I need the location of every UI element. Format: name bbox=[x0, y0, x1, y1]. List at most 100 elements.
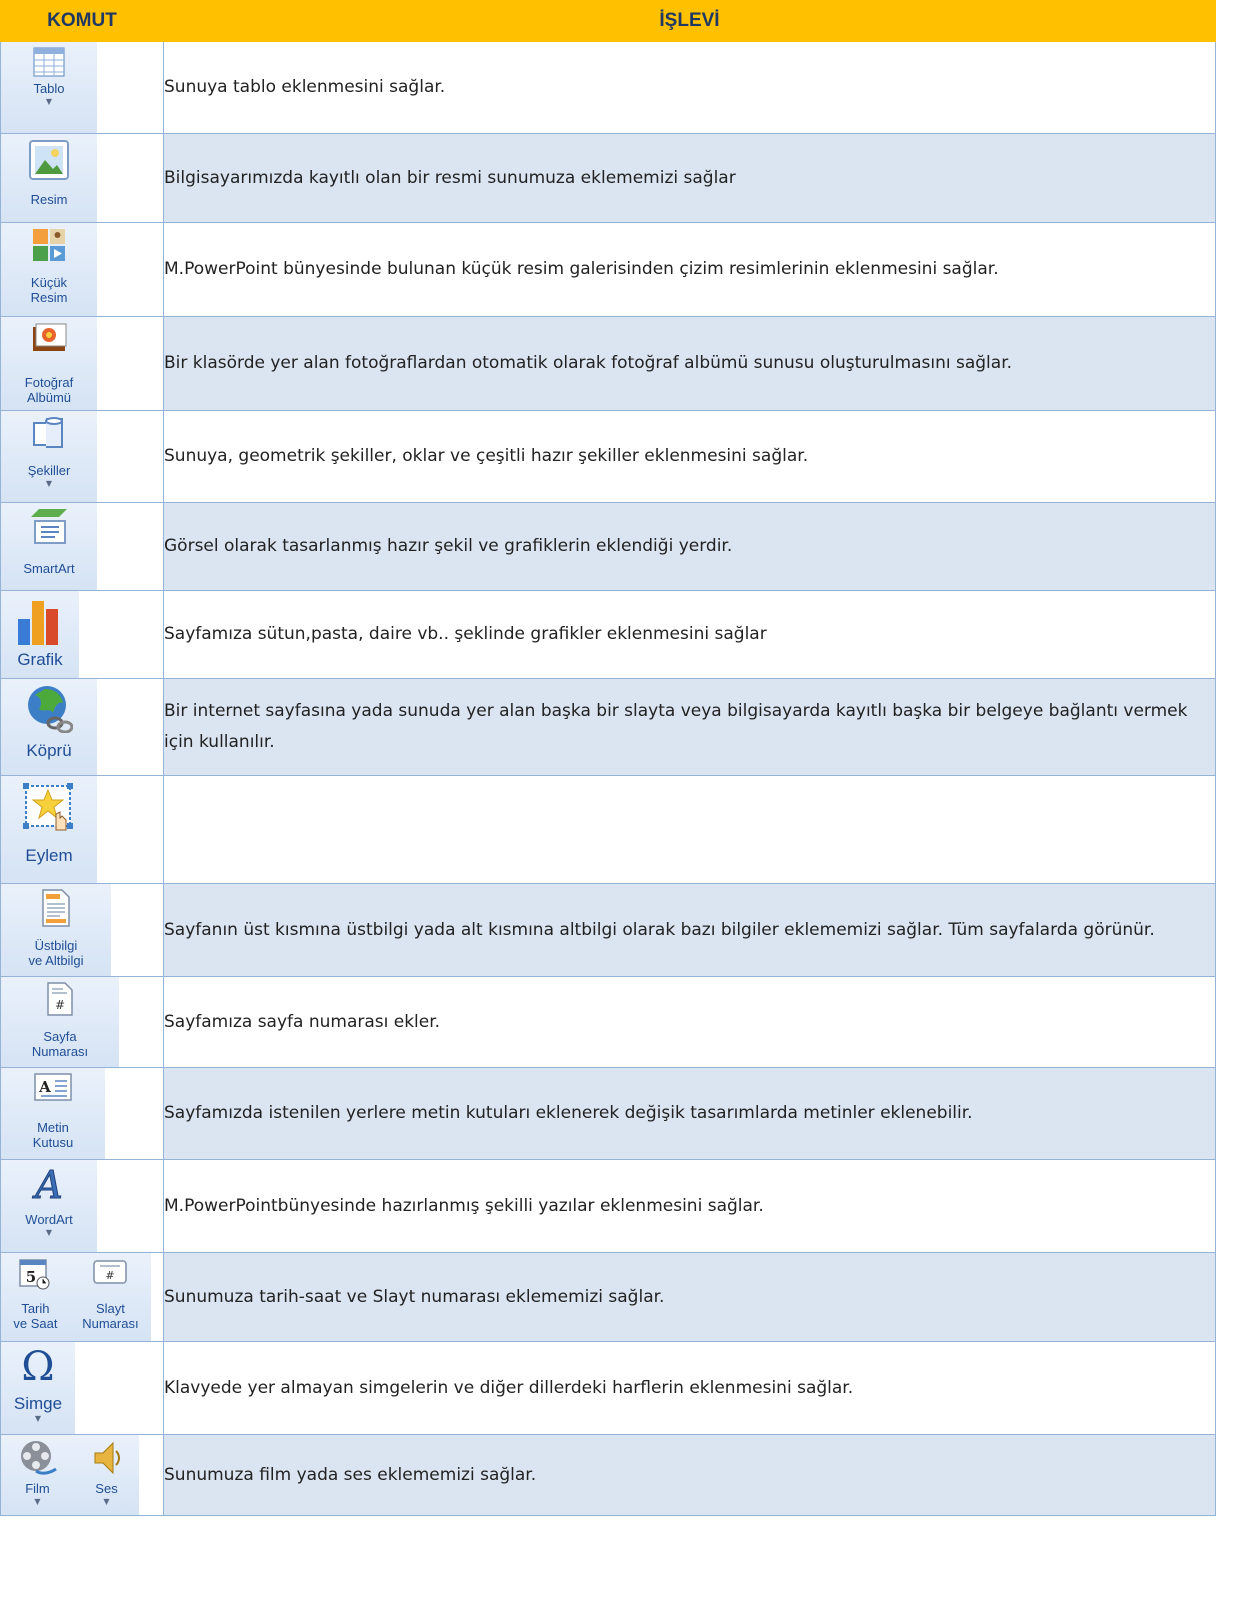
ses-label: Ses bbox=[95, 1481, 118, 1496]
picture-icon bbox=[29, 140, 69, 180]
table-row: Köprü Bir internet sayfasına yada sunuda… bbox=[0, 678, 1216, 776]
table-row: Eylem bbox=[0, 775, 1216, 884]
sayfa-numarasi-button[interactable]: # Sayfa Numarası bbox=[1, 977, 119, 1067]
action-star-icon bbox=[23, 783, 73, 831]
chart-icon bbox=[18, 601, 58, 645]
ustbilgi-altbilgi-button[interactable]: Üstbilgi ve Altbilgi bbox=[1, 884, 111, 976]
tarih-slayt-button-group: 5 Tarih ve Saat # Slayt Numarası bbox=[1, 1253, 151, 1341]
table-row: Fotoğraf Albümü Bir klasörde yer alan fo… bbox=[0, 316, 1216, 411]
dropdown-arrow-icon: ▼ bbox=[45, 1228, 53, 1237]
row-description: Sunumuza film yada ses eklememizi sağlar… bbox=[163, 1434, 1216, 1516]
table-icon bbox=[33, 47, 65, 77]
svg-text:#: # bbox=[106, 1269, 115, 1282]
sekiller-button[interactable]: Şekiller ▼ bbox=[1, 411, 97, 502]
omega-symbol-icon: Ω bbox=[21, 1344, 55, 1390]
row-description: Sunuya, geometrik şekiller, oklar ve çeş… bbox=[163, 410, 1216, 503]
sayfa-numarasi-label: Sayfa Numarası bbox=[31, 1029, 89, 1059]
smartart-button[interactable]: SmartArt bbox=[1, 503, 97, 590]
table-row: Resim Bilgisayarımızda kayıtlı olan bir … bbox=[0, 133, 1216, 223]
metin-kutusu-label: Metin Kutusu bbox=[32, 1120, 74, 1150]
metin-kutusu-button[interactable]: A Metin Kutusu bbox=[1, 1068, 105, 1159]
row-description: Sunuya tablo eklenmesini sağlar. bbox=[163, 41, 1216, 134]
row-description: Görsel olarak tasarlanmış hazır şekil ve… bbox=[163, 502, 1216, 591]
slayt-numarasi-label: Slayt Numarası bbox=[82, 1301, 139, 1331]
table-row: Tablo ▼ Sunuya tablo eklenmesini sağlar. bbox=[0, 41, 1216, 134]
row-description: M.PowerPoint bünyesinde bulunan küçük re… bbox=[163, 222, 1216, 317]
film-ses-button-group: Film ▼ Ses ▼ bbox=[1, 1435, 139, 1515]
dropdown-arrow-icon: ▼ bbox=[45, 97, 53, 106]
wordart-button[interactable]: A WordArt ▼ bbox=[1, 1160, 97, 1252]
dropdown-arrow-icon: ▼ bbox=[34, 1497, 41, 1506]
tablo-button[interactable]: Tablo ▼ bbox=[1, 42, 97, 133]
slide-number-icon: # bbox=[93, 1260, 128, 1284]
svg-text:A: A bbox=[32, 1164, 62, 1204]
kucuk-resim-button[interactable]: Küçük Resim bbox=[1, 223, 97, 316]
page-number-icon: # bbox=[47, 982, 73, 1016]
table-row: Film ▼ Ses ▼ Sunumuza film yada ses ekle… bbox=[0, 1434, 1216, 1516]
row-description: Sayfamıza sayfa numarası ekler. bbox=[163, 976, 1216, 1068]
grafik-label: Grafik bbox=[17, 650, 63, 669]
speaker-icon bbox=[94, 1441, 120, 1475]
row-description: M.PowerPointbünyesinde hazırlanmış şekil… bbox=[163, 1159, 1216, 1253]
table-row: SmartArt Görsel olarak tasarlanmış hazır… bbox=[0, 502, 1216, 591]
photo-album-icon bbox=[33, 323, 67, 351]
header-row: KOMUT İŞLEVİ bbox=[0, 0, 1216, 42]
svg-text:#: # bbox=[55, 998, 65, 1012]
dropdown-arrow-icon: ▼ bbox=[103, 1497, 110, 1506]
row-description bbox=[163, 775, 1216, 884]
row-description: Sayfamıza sütun,pasta, daire vb.. şeklin… bbox=[163, 590, 1216, 679]
ustbilgi-altbilgi-label: Üstbilgi ve Altbilgi bbox=[28, 938, 84, 968]
dropdown-arrow-icon: ▼ bbox=[45, 479, 53, 488]
kopru-label: Köprü bbox=[26, 741, 72, 760]
svg-text:A: A bbox=[38, 1078, 51, 1096]
svg-text:5: 5 bbox=[26, 1268, 36, 1286]
table-row: Ω Simge ▼ Klavyede yer almayan simgeleri… bbox=[0, 1341, 1216, 1435]
hyperlink-globe-icon bbox=[28, 686, 73, 733]
header-footer-icon bbox=[42, 889, 70, 927]
simge-button[interactable]: Ω Simge ▼ bbox=[1, 1342, 75, 1434]
shapes-icon bbox=[33, 417, 63, 448]
smartart-label: SmartArt bbox=[23, 561, 75, 576]
film-reel-icon bbox=[20, 1441, 57, 1475]
resim-label: Resim bbox=[30, 192, 68, 207]
grafik-button[interactable]: Grafik bbox=[1, 591, 79, 678]
tarih-ve-saat-button[interactable]: 5 Tarih ve Saat bbox=[13, 1257, 57, 1331]
kopru-button[interactable]: Köprü bbox=[1, 679, 97, 775]
table-row: Grafik Sayfamıza sütun,pasta, daire vb..… bbox=[0, 590, 1216, 679]
table-row: Küçük Resim M.PowerPoint bünyesinde bulu… bbox=[0, 222, 1216, 317]
eylem-button[interactable]: Eylem bbox=[1, 776, 97, 883]
date-time-icon: 5 bbox=[19, 1259, 50, 1290]
tarih-ve-saat-label: Tarih ve Saat bbox=[13, 1301, 58, 1331]
row-description: Klavyede yer almayan simgelerin ve diğer… bbox=[163, 1341, 1216, 1435]
command-table: KOMUT İŞLEVİ Tablo ▼ Sunuya tablo eklenm… bbox=[0, 0, 1216, 1516]
fotograf-albumu-button[interactable]: Fotoğraf Albümü bbox=[1, 317, 97, 410]
table-row: A WordArt ▼ M.PowerPointbünyesinde hazır… bbox=[0, 1159, 1216, 1253]
row-description: Bir klasörde yer alan fotoğraflardan oto… bbox=[163, 316, 1216, 411]
fotograf-albumu-label: Fotoğraf Albümü bbox=[24, 375, 74, 405]
row-description: Sayfamızda istenilen yerlere metin kutul… bbox=[163, 1067, 1216, 1160]
tablo-label: Tablo bbox=[33, 81, 65, 96]
row-description: Bir internet sayfasına yada sunuda yer a… bbox=[163, 678, 1216, 776]
simge-label: Simge bbox=[13, 1394, 63, 1413]
slayt-numarasi-button[interactable]: # Slayt Numarası bbox=[82, 1257, 139, 1331]
text-box-icon: A bbox=[34, 1073, 72, 1101]
table-row: 5 Tarih ve Saat # Slayt Numarası Sunumuz… bbox=[0, 1252, 1216, 1342]
smartart-icon bbox=[31, 509, 67, 544]
clip-art-icon bbox=[33, 229, 65, 261]
table-row: Üstbilgi ve Altbilgi Sayfanın üst kısmın… bbox=[0, 883, 1216, 977]
table-row: Şekiller ▼ Sunuya, geometrik şekiller, o… bbox=[0, 410, 1216, 503]
table-row: A Metin Kutusu Sayfamızda istenilen yerl… bbox=[0, 1067, 1216, 1160]
header-komut: KOMUT bbox=[0, 0, 164, 42]
wordart-icon: A bbox=[32, 1164, 63, 1204]
resim-button[interactable]: Resim bbox=[1, 134, 97, 222]
film-label: Film bbox=[25, 1481, 50, 1496]
kucuk-resim-label: Küçük Resim bbox=[30, 275, 68, 305]
film-button[interactable]: Film ▼ bbox=[18, 1439, 58, 1506]
row-description: Sunumuza tarih-saat ve Slayt numarası ek… bbox=[163, 1252, 1216, 1342]
eylem-label: Eylem bbox=[25, 846, 73, 865]
row-description: Sayfanın üst kısmına üstbilgi yada alt k… bbox=[163, 883, 1216, 977]
ses-button[interactable]: Ses ▼ bbox=[91, 1439, 123, 1506]
header-islevi: İŞLEVİ bbox=[163, 0, 1216, 42]
table-row: # Sayfa Numarası Sayfamıza sayfa numaras… bbox=[0, 976, 1216, 1068]
sekiller-label: Şekiller bbox=[27, 463, 71, 478]
